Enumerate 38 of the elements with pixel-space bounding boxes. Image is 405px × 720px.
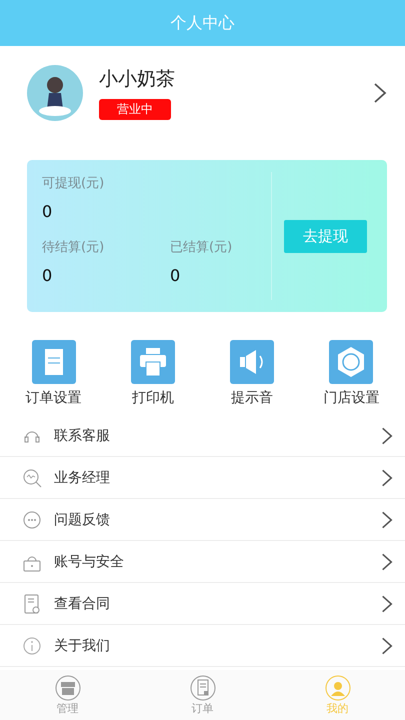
- info-icon: [22, 636, 42, 656]
- chevron-right-icon: [381, 552, 393, 572]
- printer-icon: [130, 340, 175, 384]
- hexagon-nut-icon: [329, 340, 374, 384]
- status-badge: 营业中: [99, 99, 171, 120]
- document-icon: [22, 594, 42, 614]
- chevron-right-icon: [381, 426, 393, 446]
- shortcut-button[interactable]: 订单设置: [8, 340, 99, 407]
- chat-bubble-icon: [22, 510, 42, 530]
- menu-label: 关于我们: [54, 636, 111, 654]
- chevron-right-icon: [381, 636, 393, 656]
- menu-label: 账号与安全: [54, 552, 125, 570]
- magnifier-icon: [22, 468, 42, 488]
- menu-label: 业务经理: [54, 468, 111, 486]
- menu-label: 查看合同: [54, 594, 111, 612]
- list-document-icon: [190, 674, 216, 700]
- stat-label: 可提现(元): [42, 175, 106, 192]
- stat-value: 0: [42, 202, 54, 221]
- page-title: 个人中心: [170, 12, 234, 34]
- shop-name: 小小奶茶: [99, 67, 176, 92]
- menu-label: 问题反馈: [54, 510, 111, 528]
- stat-value: 0: [42, 266, 54, 285]
- shortcut-button[interactable]: 门店设置: [306, 340, 396, 407]
- stat-label: 待结算(元): [42, 239, 106, 256]
- chevron-right-icon: [373, 82, 387, 104]
- shortcut-button[interactable]: 打印机: [108, 340, 198, 407]
- chevron-right-icon: [381, 510, 393, 530]
- chevron-right-icon: [381, 468, 393, 488]
- stat-value: 0: [170, 266, 182, 285]
- stat-label: 已结算(元): [170, 239, 234, 256]
- storefront-icon: [54, 674, 80, 700]
- menu-label: 联系客服: [54, 426, 111, 444]
- person-icon: [324, 674, 350, 700]
- speaker-icon: [230, 340, 274, 384]
- clipboard-icon: [32, 340, 76, 384]
- shortcut-button[interactable]: 提示音: [207, 340, 298, 407]
- avatar-icon: [27, 65, 83, 121]
- chevron-right-icon: [381, 594, 393, 614]
